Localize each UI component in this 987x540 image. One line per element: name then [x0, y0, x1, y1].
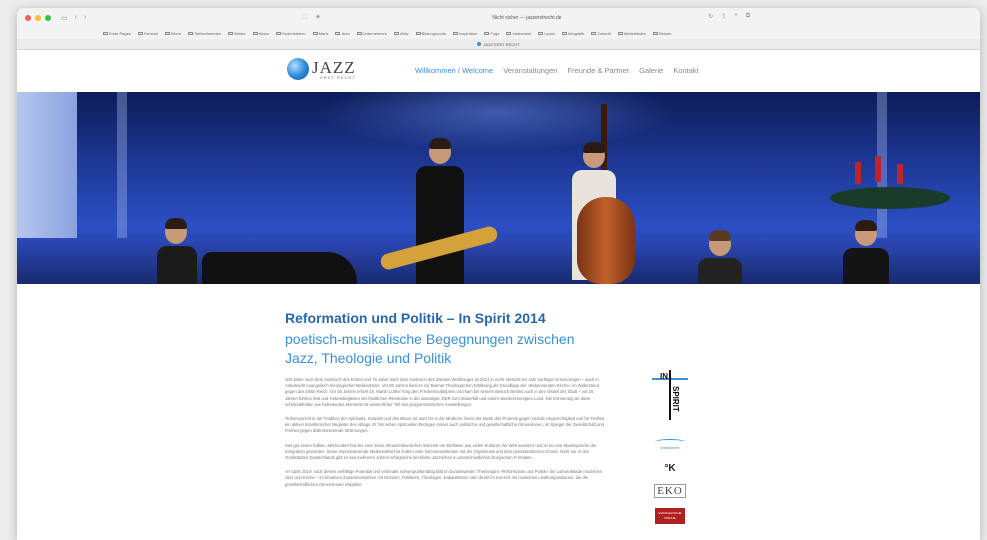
- zoom-window-button[interactable]: [45, 15, 51, 21]
- k-logo[interactable]: °K: [645, 463, 695, 474]
- bookmark-folder[interactable]: Unternehmen: [356, 31, 387, 36]
- folder-icon: [137, 32, 143, 35]
- new-tab-icon[interactable]: +: [734, 13, 738, 20]
- folder-icon: [275, 32, 281, 35]
- grand-piano: [202, 252, 357, 284]
- bookmark-folder[interactable]: Aktiv: [393, 31, 409, 36]
- guitarist: [416, 138, 464, 284]
- kreiskirche-logo[interactable]: kreiskirche: [645, 435, 695, 453]
- folder-icon: [356, 32, 362, 35]
- bookmark-folder[interactable]: Stellenfremden: [188, 31, 221, 36]
- share-page-icon[interactable]: ⇪: [721, 13, 726, 20]
- folder-icon: [393, 32, 399, 35]
- hero-concert-photo: [17, 92, 980, 284]
- nav-link[interactable]: Freunde & Partner: [567, 66, 629, 75]
- back-icon[interactable]: ‹: [75, 14, 77, 22]
- bookmark-folder[interactable]: Fuge: [484, 31, 499, 36]
- nav-link[interactable]: Kontakt: [673, 66, 698, 75]
- bookmark-folder[interactable]: Eltern: [164, 31, 181, 36]
- logo-title: JAZZ: [312, 57, 356, 77]
- article-paragraph: 100 Jahre nach dem Ausbruch des Ersten u…: [285, 377, 599, 407]
- browser-toolbar: ▭ ‹ › ⬚ ◈ Nicht sicher — jazzerstrecht.d…: [17, 8, 980, 28]
- bookmark-folder[interactable]: Inspiration: [452, 31, 477, 36]
- folder-icon: [312, 32, 318, 35]
- nav-link[interactable]: Galerie: [639, 66, 663, 75]
- folder-icon: [164, 32, 170, 35]
- bookmark-folder[interactable]: Lyons: [538, 31, 555, 36]
- reader: [698, 230, 742, 284]
- folder-icon: [591, 32, 597, 35]
- sponsor-logos: IN SPIRIT kreiskirche °K EKO EVANGELISCH…: [645, 370, 695, 534]
- sidebar-toggle-icon[interactable]: ▭: [61, 14, 68, 22]
- article-paragraph: ›In Spirit 2014‹ nutzt dieses vielfältig…: [285, 469, 603, 487]
- page-subtitle: poetisch-musikalische Begegnungen zwisch…: [285, 331, 575, 366]
- nav-link[interactable]: Veranstaltungen: [503, 66, 557, 75]
- tab-overview-icon[interactable]: ⧉: [746, 13, 750, 20]
- shield-icon[interactable]: ◈: [316, 13, 321, 20]
- folder-icon: [415, 32, 421, 35]
- logo-ball-icon: [287, 58, 309, 80]
- double-bass: [577, 197, 635, 284]
- folder-icon: [652, 32, 658, 35]
- folder-icon: [506, 32, 512, 35]
- folder-icon: [617, 32, 623, 35]
- tab-strip: JAZZ ERST RECHT: [17, 39, 980, 50]
- site-header: JAZZ ERST RECHT Willkommen / Welcome Vera…: [17, 50, 980, 92]
- reload-icon[interactable]: ↻: [708, 13, 713, 20]
- folder-icon: [561, 32, 567, 35]
- folder-icon: [452, 32, 458, 35]
- bookmark-folder[interactable]: Zukunft: [591, 31, 611, 36]
- folder-icon: [538, 32, 544, 35]
- pianist: [157, 218, 197, 284]
- bookmark-folder[interactable]: Marix: [312, 31, 328, 36]
- folder-icon: [188, 32, 194, 35]
- advent-candles: [845, 152, 925, 192]
- address-bar[interactable]: Nicht sicher — jazzerstrecht.de: [347, 13, 707, 23]
- article-paragraph: Seit gut einem halben Jahrhundert hat de…: [285, 442, 597, 461]
- close-window-button[interactable]: [25, 15, 31, 21]
- church-red-logo[interactable]: EVANGELISCHE KIRCHE: [645, 508, 695, 524]
- forward-icon[interactable]: ›: [84, 14, 86, 22]
- main-navigation: Willkommen / Welcome Veranstaltungen Freun…: [415, 66, 699, 75]
- bookmark-folder[interactable]: News: [252, 31, 269, 36]
- folder-icon: [228, 32, 234, 35]
- bookmark-folder[interactable]: Bildungsrouts: [415, 31, 446, 36]
- inspirit-logo[interactable]: IN SPIRIT: [645, 370, 695, 425]
- eko-logo[interactable]: EKO: [645, 484, 695, 498]
- browser-window: ▭ ‹ › ⬚ ◈ Nicht sicher — jazzerstrecht.d…: [17, 8, 980, 540]
- performer-right: [843, 220, 889, 284]
- bookmark-folder[interactable]: Gedenkfeiern: [275, 31, 306, 36]
- folder-icon: [103, 32, 108, 35]
- article-paragraph: Tiefverwurzelt in der Tradition der Spir…: [285, 416, 605, 434]
- site-logo[interactable]: JAZZ ERST RECHT: [287, 58, 356, 80]
- minimize-window-button[interactable]: [35, 15, 41, 21]
- bookmark-folder[interactable]: Fahrrad: [137, 31, 158, 36]
- bookmark-folder[interactable]: Instrument: [506, 31, 531, 36]
- article: Reformation und Politik – In Spirit 2014…: [285, 309, 605, 488]
- folder-icon: [252, 32, 258, 35]
- folder-icon: [335, 32, 341, 35]
- page-title: Reformation und Politik – In Spirit 2014: [285, 310, 546, 326]
- bookmark-folder[interactable]: Erste Pages: [103, 31, 131, 36]
- bookmark-folder[interactable]: Infografik: [561, 31, 584, 36]
- bookmark-folder[interactable]: Weiterbilden: [617, 31, 646, 36]
- tab-favicon-icon: [477, 42, 482, 46]
- nav-link[interactable]: Willkommen / Welcome: [415, 66, 493, 75]
- share-icon[interactable]: ⬚: [302, 13, 308, 20]
- bookmark-folder[interactable]: Reisen: [652, 31, 671, 36]
- bookmark-folder[interactable]: Auto: [335, 31, 350, 36]
- bookmarks-bar: Erste Pages Fahrrad Eltern Stellenfremden We…: [17, 28, 980, 39]
- window-controls: [25, 15, 51, 21]
- active-tab[interactable]: JAZZ ERST RECHT: [483, 42, 519, 47]
- bookmark-folder[interactable]: Werke: [228, 31, 246, 36]
- folder-icon: [484, 32, 490, 35]
